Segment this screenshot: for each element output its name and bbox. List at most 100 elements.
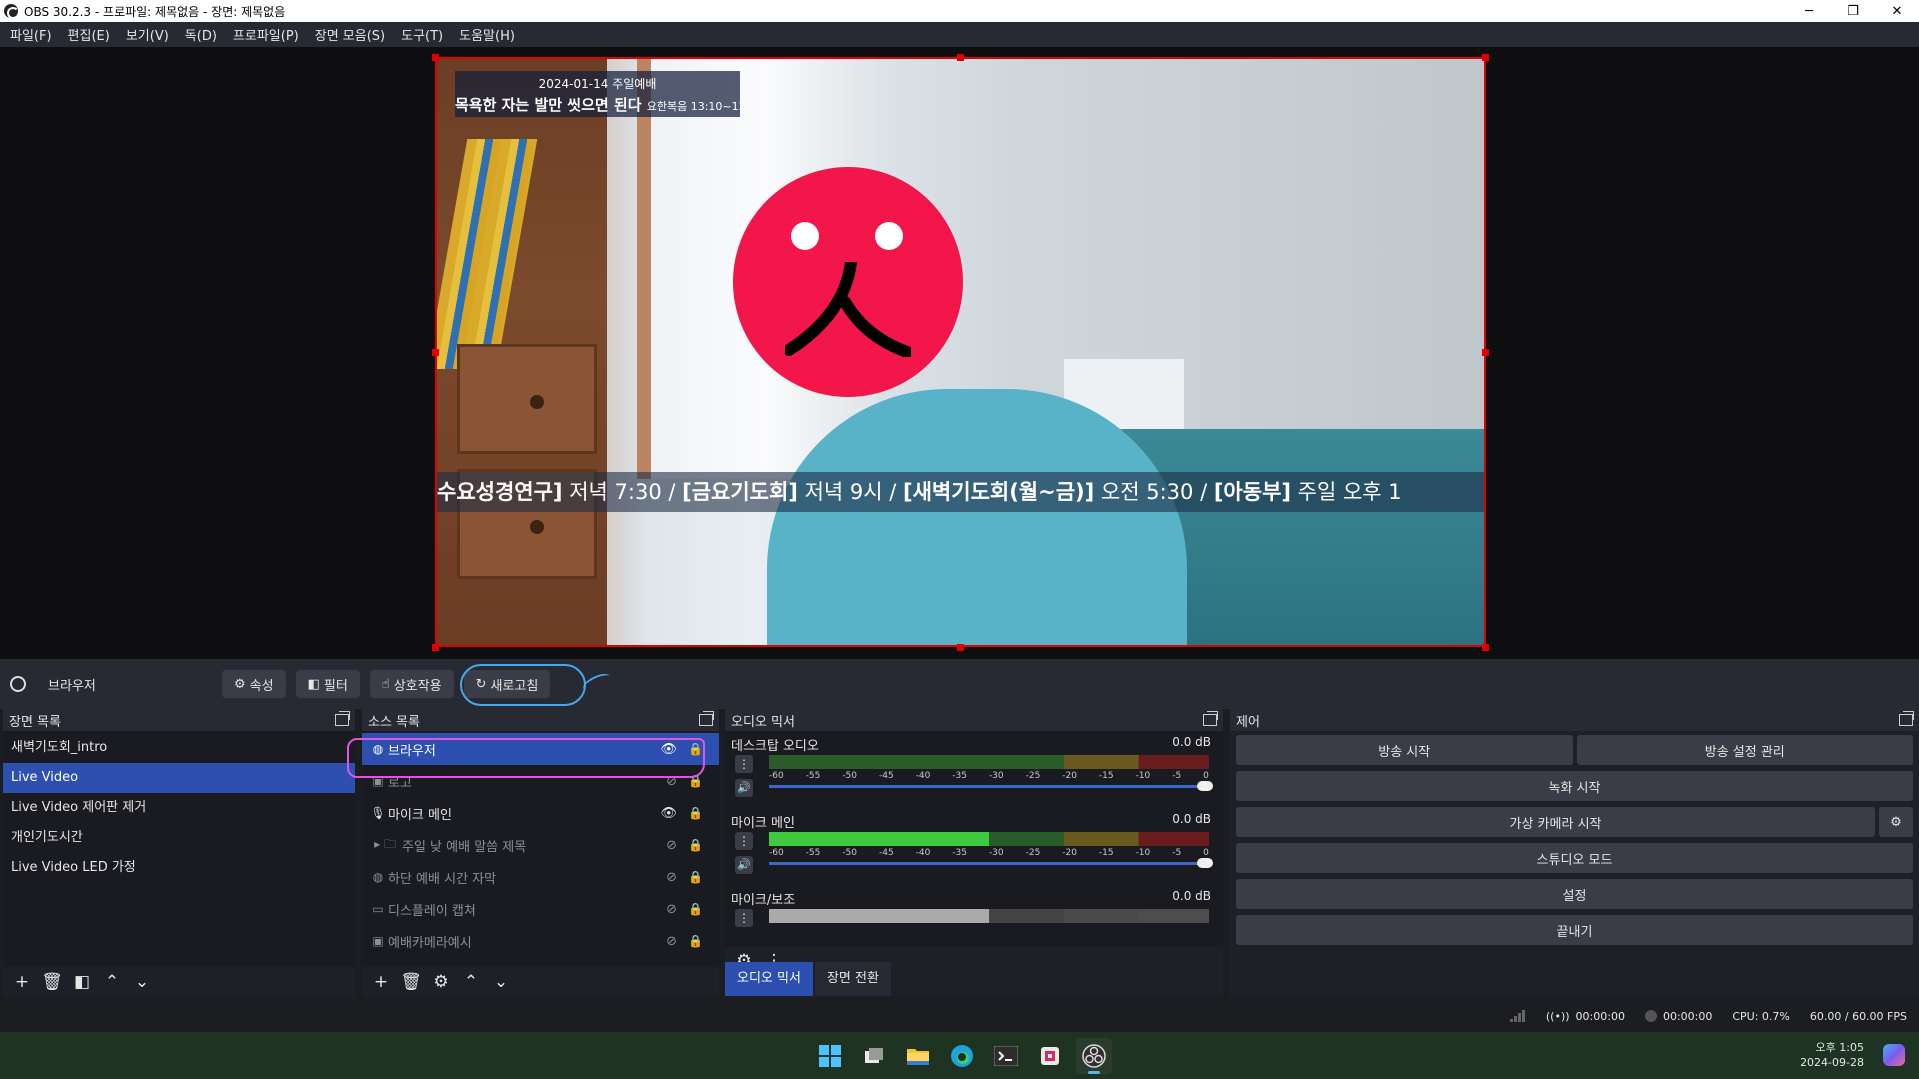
annotation-highlight	[347, 738, 705, 778]
service-date: 2024-01-14 주일예배	[538, 77, 657, 91]
clock-time: 오후 1:05	[1815, 1041, 1864, 1054]
windows-start-icon[interactable]	[812, 1038, 848, 1074]
add-icon[interactable]: +	[370, 971, 392, 993]
menu-edit[interactable]: 편집(E)	[62, 25, 116, 44]
slider-handle[interactable]	[1197, 781, 1213, 791]
file-explorer-icon[interactable]	[900, 1038, 936, 1074]
move-down-icon[interactable]: ⌄	[131, 971, 153, 993]
db-scale: -60 -55 -50 -45 -40 -35 -30 -25 -20 -15 -10 -5 0	[769, 771, 1209, 781]
menu-view[interactable]: 보기(V)	[120, 25, 175, 44]
source-item[interactable]: ◍ 하단 예배 시간 자막 ⊘ 🔒	[362, 861, 719, 893]
window-title: OBS 30.2.3 - 프로파일: 제목없음 - 장면: 제목없음	[24, 4, 286, 19]
scene-item[interactable]: 개인기도시간	[3, 823, 355, 853]
interact-button[interactable]: ☝ 상호작용	[369, 670, 454, 698]
scene-item[interactable]: 새벽기도회_intro	[3, 733, 355, 763]
scene-item[interactable]: Live Video 제어판 제거	[3, 793, 355, 823]
exit-button[interactable]: 끝내기	[1236, 915, 1913, 945]
manage-broadcast-button[interactable]: 방송 설정 관리	[1576, 735, 1913, 765]
clock-date: 2024-09-28	[1800, 1056, 1864, 1069]
lock-icon[interactable]: 🔒	[688, 870, 703, 884]
menu-scene-collection[interactable]: 장면 모음(S)	[309, 25, 391, 44]
menu-help[interactable]: 도움말(H)	[453, 25, 521, 44]
speaker-icon[interactable]: 🔊	[735, 856, 753, 874]
resize-handle[interactable]	[957, 644, 964, 651]
move-up-icon[interactable]: ⌃	[460, 971, 482, 993]
db-tick-label: -40	[915, 848, 931, 858]
resize-handle[interactable]	[432, 644, 439, 651]
lock-icon[interactable]: 🔒	[688, 838, 703, 852]
scene-item[interactable]: Live Video	[3, 763, 355, 793]
source-item[interactable]: 🎙 마이크 메인 👁 🔒	[362, 797, 719, 829]
gear-icon[interactable]: ⚙	[430, 971, 452, 993]
broadcast-icon: ((•))	[1545, 1009, 1570, 1023]
move-up-icon[interactable]: ⌃	[101, 971, 123, 993]
settings-button[interactable]: 설정	[1236, 879, 1913, 909]
move-down-icon[interactable]: ⌄	[490, 971, 512, 993]
scenes-dock: 장면 목록 새벽기도회_intro Live Video Live Video …	[3, 709, 355, 997]
studio-mode-button[interactable]: 스튜디오 모드	[1236, 843, 1913, 873]
task-view-icon[interactable]	[856, 1038, 892, 1074]
resize-handle[interactable]	[1482, 644, 1489, 651]
preview-area[interactable]: 2024-01-14 주일예배 목욕한 자는 발만 씻으면 된다 요한복음 13…	[0, 47, 1919, 659]
kebab-menu-icon[interactable]: ⋮	[735, 832, 753, 850]
kebab-menu-icon[interactable]: ⋮	[735, 755, 753, 773]
resize-handle[interactable]	[1482, 54, 1489, 61]
filters-button[interactable]: ◧ 필터	[295, 670, 360, 698]
undock-icon[interactable]	[1203, 711, 1218, 726]
lock-icon[interactable]: 🔒	[688, 902, 703, 916]
trash-icon[interactable]: 🗑	[41, 971, 63, 993]
menu-tools[interactable]: 도구(T)	[395, 25, 449, 44]
volume-slider[interactable]	[769, 781, 1213, 791]
menu-docks[interactable]: 독(D)	[179, 25, 223, 44]
terminal-icon[interactable]	[988, 1038, 1024, 1074]
start-streaming-button[interactable]: 방송 시작	[1236, 735, 1573, 765]
copilot-icon[interactable]	[1883, 1044, 1905, 1066]
snipping-tool-icon[interactable]	[1032, 1038, 1068, 1074]
source-item[interactable]: ▭ 디스플레이 캡쳐 ⊘ 🔒	[362, 893, 719, 925]
folder-icon[interactable]: ▸ 🗀	[370, 835, 400, 856]
gear-icon: ⚙	[234, 676, 246, 692]
undock-icon[interactable]	[1899, 711, 1914, 726]
resize-handle[interactable]	[432, 349, 439, 356]
menu-file[interactable]: 파일(F)	[4, 25, 58, 44]
close-button[interactable]: ✕	[1875, 0, 1919, 22]
slider-handle[interactable]	[1197, 858, 1213, 868]
menu-profile[interactable]: 프로파일(P)	[227, 25, 305, 44]
tab-scene-transitions[interactable]: 장면 전환	[814, 962, 891, 996]
lock-icon[interactable]: 🔒	[688, 806, 703, 820]
edge-browser-icon[interactable]	[944, 1038, 980, 1074]
filter-icon[interactable]: ◧	[71, 971, 93, 993]
minimize-button[interactable]: ─	[1787, 0, 1831, 22]
eye-slash-icon[interactable]: ⊘	[666, 870, 677, 885]
eye-icon[interactable]: 👁	[660, 806, 677, 821]
undock-icon[interactable]	[335, 711, 350, 726]
virtual-camera-settings-gear-icon[interactable]: ⚙	[1879, 807, 1913, 837]
tab-audio-mixer[interactable]: 오디오 믹서	[725, 962, 813, 996]
add-icon[interactable]: +	[11, 971, 33, 993]
eye-slash-icon[interactable]: ⊘	[666, 902, 677, 917]
eye-slash-icon[interactable]: ⊘	[666, 838, 677, 853]
eye-slash-icon[interactable]: ⊘	[666, 934, 677, 949]
trash-icon[interactable]: 🗑	[400, 971, 422, 993]
resize-handle[interactable]	[957, 54, 964, 61]
maximize-button[interactable]: ❐	[1831, 0, 1875, 22]
volume-slider[interactable]	[769, 858, 1213, 868]
resize-handle[interactable]	[432, 54, 439, 61]
obs-taskbar-icon[interactable]	[1076, 1038, 1112, 1074]
microphone-icon: 🎙	[370, 806, 386, 820]
source-item[interactable]: ▣ 예배카메라예시 ⊘ 🔒	[362, 925, 719, 957]
properties-button[interactable]: ⚙ 속성	[222, 670, 286, 698]
scene-item[interactable]: Live Video LED 가정	[3, 853, 355, 883]
undock-icon[interactable]	[699, 711, 714, 726]
resize-handle[interactable]	[1482, 349, 1489, 356]
start-virtual-camera-button[interactable]: 가상 카메라 시작	[1236, 807, 1875, 837]
lock-icon[interactable]: 🔒	[688, 934, 703, 948]
source-item[interactable]: ▸ 🗀 주일 낮 예배 말씀 제목 ⊘ 🔒	[362, 829, 719, 861]
speaker-icon[interactable]: 🔊	[735, 779, 753, 797]
kebab-menu-icon[interactable]: ⋮	[735, 909, 753, 927]
start-recording-button[interactable]: 녹화 시작	[1236, 771, 1913, 801]
audio-mixer-dock: 오디오 믹서 데스크탑 오디오 0.0 dB ⋮ 🔊 -60 -55 -50 -45-…	[725, 709, 1223, 997]
mixer-channel: 마이크 메인 0.0 dB ⋮ 🔊 -60 -55 -50 -45 -40 -35 -30-…	[731, 812, 1217, 889]
system-clock[interactable]: 오후 1:05 2024-09-28	[1800, 1040, 1864, 1070]
preview-canvas[interactable]: 2024-01-14 주일예배 목욕한 자는 발만 씻으면 된다 요한복음 13…	[435, 57, 1486, 647]
